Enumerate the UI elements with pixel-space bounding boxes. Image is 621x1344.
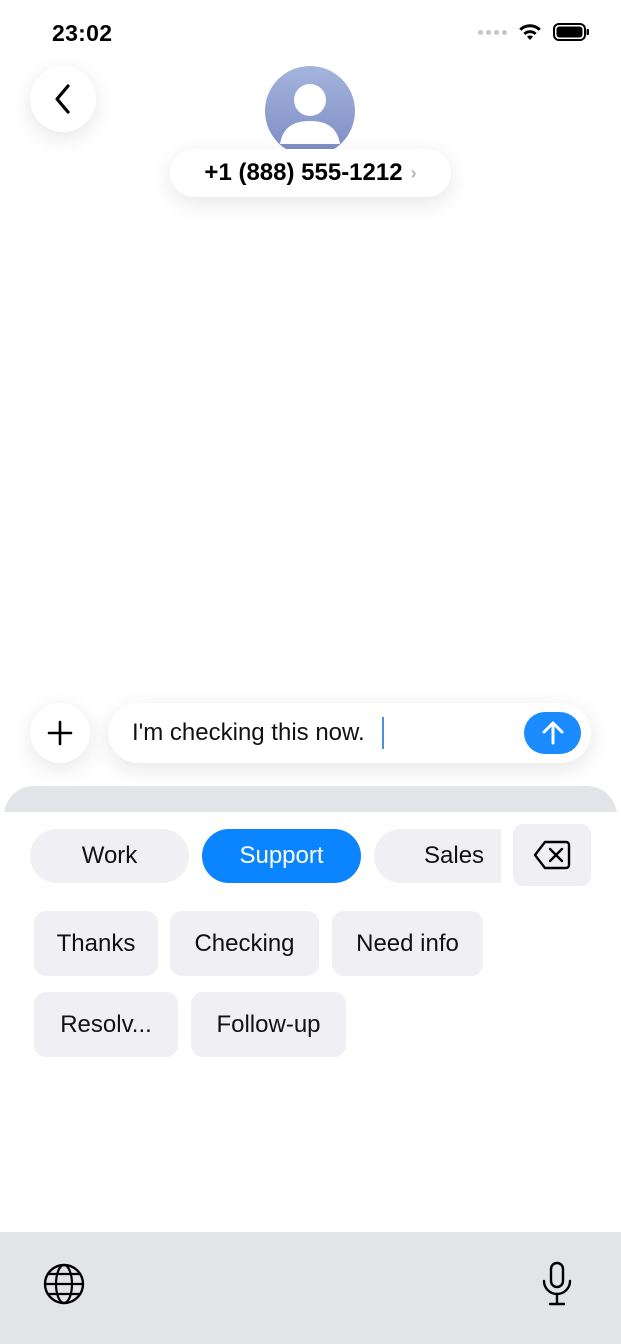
status-time: 23:02 (52, 20, 113, 46)
category-sales[interactable]: Sales (374, 829, 501, 883)
delete-button[interactable] (513, 824, 591, 886)
microphone-button[interactable] (533, 1258, 581, 1310)
plus-icon (47, 720, 73, 746)
globe-button[interactable] (40, 1260, 88, 1308)
category-work[interactable]: Work (30, 829, 189, 883)
contact-name-pill[interactable]: +1 (888) 555-1212 › (170, 149, 451, 197)
contact-name: +1 (888) 555-1212 (204, 159, 403, 186)
phrase-need-info[interactable]: Need info (332, 911, 483, 976)
phrase-thanks[interactable]: Thanks (34, 911, 158, 976)
phrase-resolved[interactable]: Resolv... (34, 992, 178, 1057)
send-button[interactable] (524, 712, 581, 754)
chevron-left-icon (55, 84, 70, 114)
back-button[interactable] (30, 66, 96, 132)
arrow-up-icon (542, 721, 563, 745)
chevron-right-icon: › (410, 162, 417, 183)
keyboard-bottom-bar (0, 1232, 621, 1344)
text-cursor (382, 717, 384, 749)
phrase-checking[interactable]: Checking (170, 911, 319, 976)
contact-avatar[interactable] (265, 66, 355, 156)
wifi-icon (519, 24, 541, 40)
category-sales-label: Sales (424, 842, 485, 869)
add-attachment-button[interactable] (30, 703, 90, 763)
message-text: I'm checking this now. (132, 719, 365, 746)
message-input[interactable]: I'm checking this now. (108, 703, 591, 763)
microphone-icon (542, 1261, 572, 1306)
battery-icon (553, 23, 589, 41)
phrase-follow-up[interactable]: Follow-up (191, 992, 346, 1057)
signal-icon (478, 29, 507, 35)
messages-screen: 23:02 +1 (888) 555-1212 › I'm checking t… (0, 0, 621, 1344)
person-icon (280, 84, 340, 144)
globe-icon (43, 1263, 85, 1305)
status-icons (478, 22, 591, 42)
delete-backspace-icon (533, 840, 571, 870)
category-support[interactable]: Support (202, 829, 361, 883)
